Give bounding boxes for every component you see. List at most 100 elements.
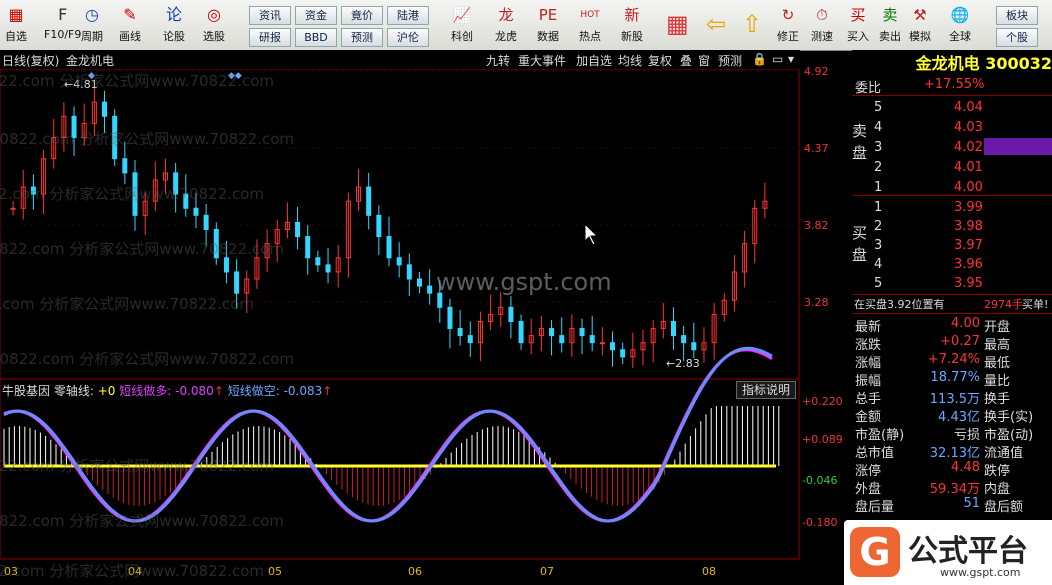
indicator-name: 牛股基因 xyxy=(2,384,51,398)
chart-header-button[interactable]: 均线 xyxy=(618,52,642,69)
zero-value: +0 xyxy=(97,384,116,398)
toolbar-label: 修正 xyxy=(777,30,799,43)
candle-body xyxy=(386,236,392,259)
toolbar-buy-button[interactable]: 买买入 xyxy=(842,4,874,44)
toolbar-f10-button[interactable]: F F10/F9 xyxy=(44,4,81,41)
chart-header-button[interactable]: 窗 xyxy=(698,52,710,69)
dropdown-icon[interactable]: ▾ xyxy=(788,52,794,66)
toolbar-hammer-button[interactable]: ⚒ 模拟 xyxy=(904,4,936,44)
price-axis-label: 4.92 xyxy=(804,65,829,78)
newstock-icon: 新 xyxy=(624,6,640,24)
chart-header-button[interactable]: 复权 xyxy=(648,52,672,69)
candle-body xyxy=(30,186,36,195)
toolbar-newstock-button[interactable]: 新新股 xyxy=(616,4,648,44)
toolbar-label: 论股 xyxy=(163,30,185,43)
toolbar-hot-button[interactable]: HOT 热点 xyxy=(574,4,606,44)
price-axis-label: 3.28 xyxy=(804,296,829,309)
globe-icon: 🌐 xyxy=(950,6,970,24)
stat-row: 涨幅 +7.24% 最低 xyxy=(855,352,1011,371)
chart-header-button[interactable]: 预测 xyxy=(718,52,742,69)
x-axis-label: 07 xyxy=(540,565,554,578)
candle-body xyxy=(427,285,433,294)
toolbar-refresh-button[interactable]: ↻ 修正 xyxy=(772,4,804,44)
stat-row: 总手 113.5万 换手 xyxy=(855,392,1011,407)
toolbar-chat-button[interactable]: 论论股 xyxy=(162,4,186,44)
pill-0-2[interactable]: 竟价 xyxy=(341,6,383,25)
stat-row: 盘后量 51 盘后额 xyxy=(855,496,1024,515)
toolbar-grid-button[interactable]: ▦ 自选 xyxy=(4,4,28,44)
status-line: 在买盘3.92位置有 2974手 买单! xyxy=(854,298,1049,311)
pill-0-0[interactable]: 资讯 xyxy=(249,6,291,25)
chart-search-icon: ◎ xyxy=(207,5,221,24)
kline-chart[interactable]: ←4.81←2.83◆ ◆◆ xyxy=(0,69,852,585)
candle-body xyxy=(508,306,514,322)
sell-level-row[interactable]: 4 4.03 xyxy=(852,120,1052,138)
sell-level-row[interactable]: 2 4.01 xyxy=(852,160,1052,178)
candle-body xyxy=(366,186,372,216)
stat-row: 涨跌 +0.27 最高 xyxy=(855,334,1011,353)
price-axis-label: 4.37 xyxy=(804,142,829,155)
stat-row: 总市值 32.13亿 流通值 xyxy=(855,446,1024,461)
chart-header-button[interactable]: 重大事件 xyxy=(518,52,566,69)
event-marker: ◆◆ xyxy=(228,71,242,81)
chat-icon: 论 xyxy=(165,5,182,24)
grid-icon: ▦ xyxy=(8,5,24,24)
buy-level-row[interactable]: 1 3.99 xyxy=(852,200,1052,218)
sell-level-row[interactable]: 5 4.04 xyxy=(852,100,1052,118)
indicator-axis-label: -0.180 xyxy=(802,516,838,529)
candle-body xyxy=(589,335,595,344)
toolbar-pe-button[interactable]: PE 数据 xyxy=(532,4,564,44)
toolbar-label: 模拟 xyxy=(909,30,931,43)
candle-body xyxy=(406,264,412,280)
candle-body xyxy=(295,221,301,238)
pill-0-1[interactable]: 资金 xyxy=(295,6,337,25)
candle-body xyxy=(315,257,321,266)
toolbar-label: 自选 xyxy=(5,30,27,43)
pill-1-0[interactable]: 研报 xyxy=(249,28,291,47)
up-icon[interactable]: ⇧ xyxy=(742,10,762,38)
buy-level-row[interactable]: 5 3.95 xyxy=(852,276,1052,294)
quote-panel: 金龙机电 300032 委比 +17.55% 卖盘 5 4.04 4 4.03 3 4.0… xyxy=(852,50,1052,585)
candle-body xyxy=(437,292,443,308)
chart-header-button[interactable]: 加自选 xyxy=(576,52,612,69)
toolbar-label: F10/F9 xyxy=(44,28,82,41)
candle-body xyxy=(102,101,108,117)
toolbar-label: 科创 xyxy=(451,30,473,43)
x-axis-label: 05 xyxy=(268,565,282,578)
pill-1-2[interactable]: 预测 xyxy=(341,28,383,47)
toolbar-label: 热点 xyxy=(579,30,601,43)
toolbar-dragon-button[interactable]: 龙龙虎 xyxy=(490,4,522,44)
indicator-help-button[interactable]: 指标说明 xyxy=(736,381,796,399)
quote-title: 金龙机电 300032 xyxy=(915,54,1052,73)
pill-1-3[interactable]: 沪伦 xyxy=(387,28,429,47)
buy-level-row[interactable]: 4 3.96 xyxy=(852,257,1052,275)
stock-button[interactable]: 个股 xyxy=(996,28,1038,47)
lock-icon[interactable]: 🔒 xyxy=(752,52,767,66)
low-annotation: ←2.83 xyxy=(666,357,700,370)
toolbar-globe-button[interactable]: 🌐 全球 xyxy=(944,4,976,44)
buy-level-row[interactable]: 2 3.98 xyxy=(852,219,1052,237)
back-icon[interactable]: ⇦ xyxy=(706,10,726,38)
candle-body xyxy=(599,342,605,345)
toolbar-timer-button[interactable]: ⏱ 测速 xyxy=(806,4,838,44)
toolbar-clock-button[interactable]: ◷ 周期 xyxy=(80,4,104,44)
period-label[interactable]: 日线(复权) xyxy=(2,52,59,69)
toolbar-pencil-button[interactable]: ✎ 画线 xyxy=(118,4,142,44)
toolbar-chart-search-button[interactable]: ◎ 选股 xyxy=(202,4,226,44)
candle-body xyxy=(223,257,229,273)
minimize-icon[interactable]: ▭ xyxy=(772,52,783,66)
toolbar-sell-button[interactable]: 卖卖出 xyxy=(874,4,906,44)
toolbar-tech-button[interactable]: 📈 科创 xyxy=(446,4,478,44)
chart-header-button[interactable]: 九转 xyxy=(486,52,510,69)
timer-icon: ⏱ xyxy=(816,6,828,24)
buy-icon: 买 xyxy=(850,6,866,24)
pill-0-3[interactable]: 陆港 xyxy=(387,6,429,25)
chart-header-button[interactable]: 叠 xyxy=(680,52,692,69)
toolbar-label: 周期 xyxy=(81,30,103,43)
sector-button[interactable]: 板块 xyxy=(996,6,1038,25)
pill-1-1[interactable]: BBD xyxy=(295,28,337,47)
layout-icon[interactable]: ▦ xyxy=(666,10,689,38)
buy-level-row[interactable]: 3 3.97 xyxy=(852,238,1052,256)
candle-body xyxy=(681,335,687,344)
refresh-icon: ↻ xyxy=(781,6,795,24)
